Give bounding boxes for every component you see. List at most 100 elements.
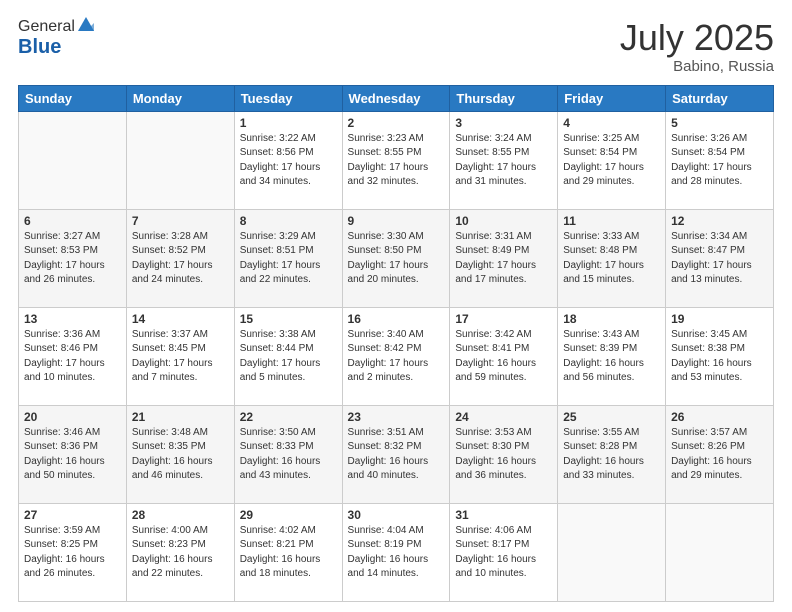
day-info: Sunrise: 3:33 AMSunset: 8:48 PMDaylight:… (563, 230, 660, 288)
day-info: Sunrise: 3:50 AMSunset: 8:33 PMDaylight:… (240, 426, 337, 484)
day-number: 16 (348, 312, 445, 326)
calendar-day-cell: 7 Sunrise: 3:28 AMSunset: 8:52 PMDaylight… (126, 209, 234, 307)
calendar-week-row: 13 Sunrise: 3:36 AMSunset: 8:46 PMDayligh… (19, 307, 774, 405)
calendar-day-cell: 12Sunrise: 3:34 AMSunset: 8:47 PMDayligh… (666, 209, 774, 307)
day-info: Sunrise: 3:22 AMSunset: 8:56 PMDaylight:… (240, 132, 337, 190)
day-info: Sunrise: 3:37 AMSunset: 8:45 PMDaylight:… (132, 328, 229, 386)
day-number: 4 (563, 116, 660, 130)
day-number: 8 (240, 214, 337, 228)
calendar-day-cell: 5 Sunrise: 3:26 AMSunset: 8:54 PMDaylight… (666, 111, 774, 209)
calendar-day-cell: 2Sunrise: 3:23 AMSunset: 8:55 PMDaylight… (342, 111, 450, 209)
day-info: Sunrise: 3:43 AMSunset: 8:39 PMDaylight:… (563, 328, 660, 386)
day-number: 26 (671, 410, 768, 424)
calendar-day-cell (666, 503, 774, 601)
calendar-day-cell: 3 Sunrise: 3:24 AMSunset: 8:55 PMDaylight… (450, 111, 558, 209)
day-info: Sunrise: 3:48 AMSunset: 8:35 PMDaylight:… (132, 426, 229, 484)
day-info: Sunrise: 3:30 AMSunset: 8:50 PMDaylight:… (348, 230, 445, 288)
day-info: Sunrise: 3:42 AMSunset: 8:41 PMDaylight:… (455, 328, 552, 386)
day-number: 1 (240, 116, 337, 130)
day-number: 15 (240, 312, 337, 326)
calendar-day-cell: 15 Sunrise: 3:38 AMSunset: 8:44 PMDayligh… (234, 307, 342, 405)
calendar-day-header: Wednesday (342, 85, 450, 111)
day-info: Sunrise: 3:59 AMSunset: 8:25 PMDaylight:… (24, 524, 121, 582)
month-year: July 2025 (620, 18, 774, 58)
calendar-day-cell: 10 Sunrise: 3:31 AMSunset: 8:49 PMDayligh… (450, 209, 558, 307)
calendar-day-header: Sunday (19, 85, 127, 111)
calendar-week-row: 1 Sunrise: 3:22 AMSunset: 8:56 PMDaylight… (19, 111, 774, 209)
calendar-table: SundayMondayTuesdayWednesdayThursdayFrid… (18, 85, 774, 602)
location: Babino, Russia (620, 58, 774, 75)
day-number: 13 (24, 312, 121, 326)
calendar-day-cell (126, 111, 234, 209)
day-number: 27 (24, 508, 121, 522)
day-info: Sunrise: 3:55 AMSunset: 8:28 PMDaylight:… (563, 426, 660, 484)
day-number: 5 (671, 116, 768, 130)
day-number: 3 (455, 116, 552, 130)
day-number: 19 (671, 312, 768, 326)
calendar-day-cell: 29 Sunrise: 4:02 AMSunset: 8:21 PMDayligh… (234, 503, 342, 601)
calendar-day-cell: 11 Sunrise: 3:33 AMSunset: 8:48 PMDayligh… (558, 209, 666, 307)
day-info: Sunrise: 3:34 AMSunset: 8:47 PMDaylight:… (671, 230, 768, 288)
calendar-day-cell: 26Sunrise: 3:57 AMSunset: 8:26 PMDayligh… (666, 405, 774, 503)
calendar-week-row: 20Sunrise: 3:46 AMSunset: 8:36 PMDayligh… (19, 405, 774, 503)
day-info: Sunrise: 3:40 AMSunset: 8:42 PMDaylight:… (348, 328, 445, 386)
day-number: 9 (348, 214, 445, 228)
day-info: Sunrise: 3:45 AMSunset: 8:38 PMDaylight:… (671, 328, 768, 386)
logo-icon (76, 15, 96, 35)
day-number: 17 (455, 312, 552, 326)
logo: General Blue (18, 18, 96, 59)
day-number: 14 (132, 312, 229, 326)
day-info: Sunrise: 3:53 AMSunset: 8:30 PMDaylight:… (455, 426, 552, 484)
calendar-day-cell: 1 Sunrise: 3:22 AMSunset: 8:56 PMDaylight… (234, 111, 342, 209)
day-number: 18 (563, 312, 660, 326)
day-info: Sunrise: 3:28 AMSunset: 8:52 PMDaylight:… (132, 230, 229, 288)
day-info: Sunrise: 3:25 AMSunset: 8:54 PMDaylight:… (563, 132, 660, 190)
day-number: 7 (132, 214, 229, 228)
logo-general-text: General (18, 18, 75, 36)
calendar-day-cell: 25 Sunrise: 3:55 AMSunset: 8:28 PMDayligh… (558, 405, 666, 503)
calendar-day-cell: 22 Sunrise: 3:50 AMSunset: 8:33 PMDayligh… (234, 405, 342, 503)
calendar-day-header: Friday (558, 85, 666, 111)
calendar-day-cell: 23Sunrise: 3:51 AMSunset: 8:32 PMDayligh… (342, 405, 450, 503)
header: General Blue July 2025 Babino, Russia (18, 18, 774, 75)
calendar-day-cell: 9 Sunrise: 3:30 AMSunset: 8:50 PMDaylight… (342, 209, 450, 307)
calendar-day-cell: 6 Sunrise: 3:27 AMSunset: 8:53 PMDaylight… (19, 209, 127, 307)
calendar-day-cell: 17 Sunrise: 3:42 AMSunset: 8:41 PMDayligh… (450, 307, 558, 405)
day-number: 25 (563, 410, 660, 424)
calendar-day-cell: 8 Sunrise: 3:29 AMSunset: 8:51 PMDaylight… (234, 209, 342, 307)
calendar-day-cell: 4 Sunrise: 3:25 AMSunset: 8:54 PMDaylight… (558, 111, 666, 209)
day-info: Sunrise: 3:26 AMSunset: 8:54 PMDaylight:… (671, 132, 768, 190)
day-number: 23 (348, 410, 445, 424)
calendar-header-row: SundayMondayTuesdayWednesdayThursdayFrid… (19, 85, 774, 111)
day-info: Sunrise: 3:29 AMSunset: 8:51 PMDaylight:… (240, 230, 337, 288)
day-number: 22 (240, 410, 337, 424)
day-info: Sunrise: 3:31 AMSunset: 8:49 PMDaylight:… (455, 230, 552, 288)
day-info: Sunrise: 3:24 AMSunset: 8:55 PMDaylight:… (455, 132, 552, 190)
calendar-day-cell: 16 Sunrise: 3:40 AMSunset: 8:42 PMDayligh… (342, 307, 450, 405)
day-number: 6 (24, 214, 121, 228)
day-info: Sunrise: 3:38 AMSunset: 8:44 PMDaylight:… (240, 328, 337, 386)
day-number: 10 (455, 214, 552, 228)
day-number: 29 (240, 508, 337, 522)
page: General Blue July 2025 Babino, Russia Su… (0, 0, 792, 612)
calendar-day-cell: 20Sunrise: 3:46 AMSunset: 8:36 PMDayligh… (19, 405, 127, 503)
title-block: July 2025 Babino, Russia (620, 18, 774, 75)
day-number: 30 (348, 508, 445, 522)
day-number: 31 (455, 508, 552, 522)
calendar-day-cell: 30Sunrise: 4:04 AMSunset: 8:19 PMDayligh… (342, 503, 450, 601)
day-number: 2 (348, 116, 445, 130)
calendar-day-cell: 27 Sunrise: 3:59 AMSunset: 8:25 PMDayligh… (19, 503, 127, 601)
calendar-day-cell: 21Sunrise: 3:48 AMSunset: 8:35 PMDayligh… (126, 405, 234, 503)
calendar-day-cell (19, 111, 127, 209)
calendar-week-row: 6 Sunrise: 3:27 AMSunset: 8:53 PMDaylight… (19, 209, 774, 307)
day-info: Sunrise: 4:02 AMSunset: 8:21 PMDaylight:… (240, 524, 337, 582)
day-info: Sunrise: 3:36 AMSunset: 8:46 PMDaylight:… (24, 328, 121, 386)
calendar-day-cell: 13 Sunrise: 3:36 AMSunset: 8:46 PMDayligh… (19, 307, 127, 405)
calendar-day-cell: 28Sunrise: 4:00 AMSunset: 8:23 PMDayligh… (126, 503, 234, 601)
day-number: 11 (563, 214, 660, 228)
calendar-day-cell: 18 Sunrise: 3:43 AMSunset: 8:39 PMDayligh… (558, 307, 666, 405)
calendar-week-row: 27 Sunrise: 3:59 AMSunset: 8:25 PMDayligh… (19, 503, 774, 601)
day-info: Sunrise: 3:27 AMSunset: 8:53 PMDaylight:… (24, 230, 121, 288)
day-number: 20 (24, 410, 121, 424)
day-info: Sunrise: 4:00 AMSunset: 8:23 PMDaylight:… (132, 524, 229, 582)
